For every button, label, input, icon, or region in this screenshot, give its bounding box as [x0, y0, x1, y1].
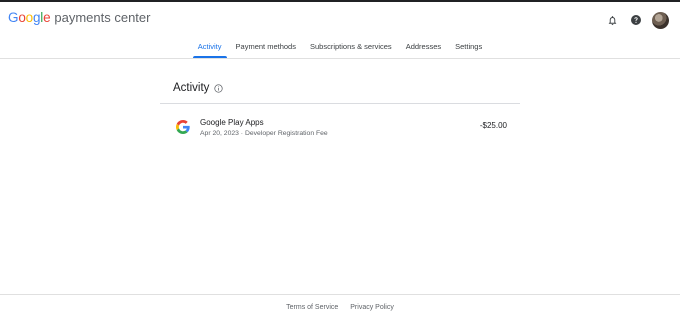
tab-activity[interactable]: Activity	[191, 36, 229, 58]
tab-addresses[interactable]: Addresses	[399, 36, 448, 58]
logo-letter: e	[43, 10, 51, 25]
product-name: payments center	[54, 10, 151, 25]
tab-subscriptions-services[interactable]: Subscriptions & services	[303, 36, 399, 58]
logo-letter: o	[25, 10, 34, 25]
google-g-icon	[176, 120, 190, 134]
help-icon[interactable]	[626, 10, 646, 30]
avatar[interactable]	[652, 11, 669, 29]
tab-bar: Activity Payment methods Subscriptions &…	[0, 36, 680, 58]
activity-heading: Activity	[173, 80, 224, 96]
privacy-link[interactable]: Privacy Policy	[350, 304, 394, 311]
bell-icon[interactable]	[602, 10, 622, 30]
footer: Terms of Service Privacy Policy	[0, 300, 680, 314]
activity-title: Activity	[173, 82, 210, 94]
tab-settings[interactable]: Settings	[448, 36, 489, 58]
transaction-row[interactable]: Google Play Apps Apr 20, 2023 · Develope…	[160, 112, 520, 142]
transaction-title: Google Play Apps	[200, 118, 264, 127]
terms-link[interactable]: Terms of Service	[286, 304, 338, 311]
tab-payment-methods[interactable]: Payment methods	[229, 36, 303, 58]
logo-letter: G	[8, 10, 19, 25]
transaction-amount: -$25.00	[479, 121, 507, 130]
footer-divider	[0, 294, 680, 295]
section-divider	[160, 103, 520, 104]
google-logo: Google	[8, 10, 51, 25]
info-icon[interactable]	[214, 83, 224, 93]
logo-letter: o	[18, 10, 26, 25]
transaction-subtitle: Apr 20, 2023 · Developer Registration Fe…	[200, 130, 328, 137]
header-divider	[0, 58, 680, 59]
brand[interactable]: Google payments center	[8, 10, 150, 30]
top-icons	[598, 10, 669, 30]
